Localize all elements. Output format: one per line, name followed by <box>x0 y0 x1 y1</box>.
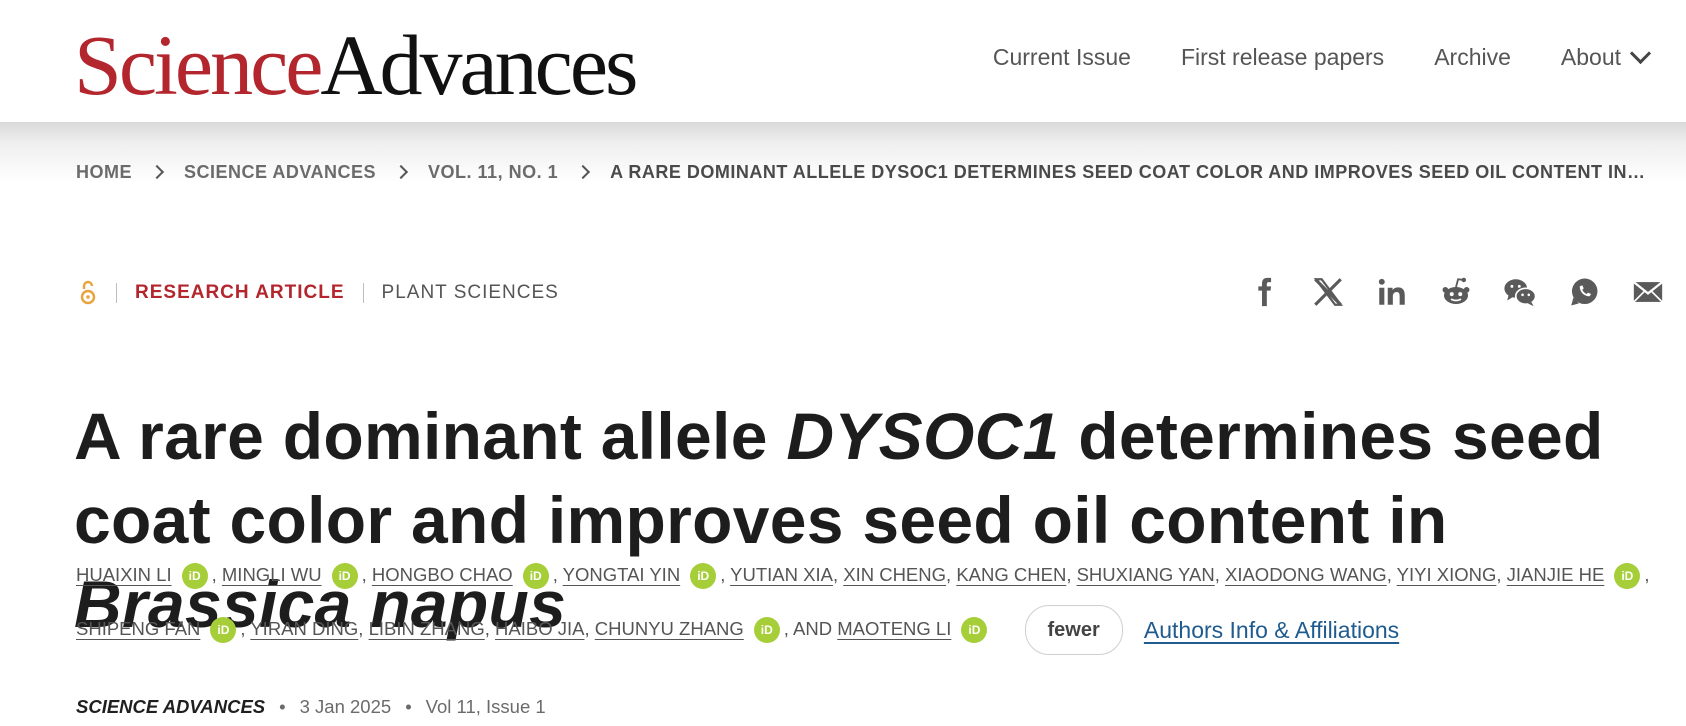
author-separator: , <box>1496 564 1502 585</box>
breadcrumb-journal[interactable]: SCIENCE ADVANCES <box>184 162 376 183</box>
author-name[interactable]: MAOTENG LI <box>837 618 951 639</box>
title-text: A rare dominant allele <box>74 399 787 474</box>
author-list: HUAIXIN LI iD, MINGLI WU iD, HONGBO CHAO iD… <box>76 548 1676 657</box>
reddit-icon[interactable] <box>1438 274 1474 310</box>
open-access-icon <box>80 280 96 305</box>
volume-issue[interactable]: Vol 11, Issue 1 <box>426 696 546 718</box>
author-separator: , <box>240 618 246 639</box>
author-name[interactable]: SHUXIANG YAN <box>1077 564 1215 585</box>
breadcrumb-issue[interactable]: VOL. 11, NO. 1 <box>428 162 558 183</box>
author-separator: , <box>552 564 558 585</box>
author-name[interactable]: YONGTAI YIN <box>563 564 681 585</box>
fewer-authors-button[interactable]: fewer <box>1024 605 1123 656</box>
chevron-right-icon <box>393 164 409 180</box>
nav-label: About <box>1560 43 1621 70</box>
meta-separator: • <box>405 696 412 717</box>
author-name[interactable]: YIYI XIONG <box>1397 564 1497 585</box>
author-separator: , AND <box>783 618 833 639</box>
author-separator: , <box>832 564 839 585</box>
divider <box>362 283 364 303</box>
author-separator: , <box>1214 564 1220 585</box>
wechat-icon[interactable] <box>1502 274 1538 310</box>
author-name[interactable]: KANG CHEN <box>956 564 1066 585</box>
author-name[interactable]: LIBIN ZHANG <box>369 618 485 639</box>
authors-affiliations-link[interactable]: Authors Info & Affiliations <box>1144 617 1399 643</box>
breadcrumb-home[interactable]: HOME <box>76 162 132 183</box>
chevron-right-icon <box>576 164 591 180</box>
author-name[interactable]: YIRAN DING <box>250 618 358 639</box>
x-icon[interactable] <box>1310 274 1346 310</box>
author-separator: , <box>720 564 726 585</box>
article-type[interactable]: RESEARCH ARTICLE <box>135 282 345 304</box>
nav-current-issue[interactable]: Current Issue <box>993 44 1131 71</box>
linkedin-icon[interactable] <box>1374 274 1410 310</box>
author-name[interactable]: HUAIXIN LI <box>76 564 172 585</box>
author-name[interactable]: XIN CHENG <box>843 564 946 585</box>
share-bar <box>1218 274 1666 310</box>
article-subject[interactable]: PLANT SCIENCES <box>382 282 559 304</box>
nav-about[interactable]: About <box>1560 42 1652 71</box>
orcid-icon[interactable]: iD <box>753 617 780 644</box>
chevron-down-icon <box>1629 42 1652 64</box>
author-name[interactable]: MINGLI WU <box>222 564 322 585</box>
author-name[interactable]: HAIBO JIA <box>495 618 584 639</box>
site-header: ScienceAdvances Current Issue First rele… <box>0 0 1686 122</box>
logo-advances: Advances <box>320 17 638 113</box>
nav-first-release[interactable]: First release papers <box>1181 44 1384 71</box>
nav-label: First release papers <box>1180 43 1385 70</box>
title-gene: DYSOC1 <box>786 399 1060 474</box>
author-separator: , <box>484 618 490 639</box>
author-name[interactable]: YUTIAN XIA <box>730 564 833 585</box>
divider <box>116 283 117 303</box>
journal-name[interactable]: SCIENCE ADVANCES <box>76 696 265 718</box>
orcid-icon[interactable]: iD <box>181 563 208 590</box>
logo-science: Science <box>74 17 323 113</box>
orcid-icon[interactable]: iD <box>522 563 549 590</box>
breadcrumb-current: A RARE DOMINANT ALLELE DYSOC1 DETERMINES… <box>610 161 1646 182</box>
author-name[interactable]: JIANJIE HE <box>1507 564 1605 585</box>
author-name[interactable]: HONGBO CHAO <box>372 564 513 585</box>
author-separator: , <box>1386 564 1392 585</box>
site-logo[interactable]: ScienceAdvances <box>74 10 639 120</box>
facebook-icon[interactable] <box>1246 274 1282 310</box>
meta-separator: • <box>279 696 286 717</box>
author-separator: , <box>358 618 364 639</box>
orcid-icon[interactable]: iD <box>1614 563 1641 590</box>
author-separator: , <box>584 618 590 639</box>
email-icon[interactable] <box>1630 274 1666 310</box>
orcid-icon[interactable]: iD <box>210 617 237 644</box>
publication-info: SCIENCE ADVANCES • 3 Jan 2025 • Vol 11, … <box>76 694 546 720</box>
chevron-right-icon <box>149 164 165 180</box>
orcid-icon[interactable]: iD <box>331 563 358 590</box>
nav-label: Current Issue <box>992 43 1131 70</box>
article-meta-row: RESEARCH ARTICLE PLANT SCIENCES <box>78 278 559 308</box>
orcid-icon[interactable]: iD <box>690 563 717 590</box>
nav-archive[interactable]: Archive <box>1434 44 1511 71</box>
author-separator: , <box>1066 564 1072 585</box>
author-separator: , <box>211 564 217 585</box>
whatsapp-icon[interactable] <box>1566 274 1602 310</box>
author-separator: , <box>1644 564 1650 585</box>
author-name[interactable]: CHUNYU ZHANG <box>595 618 744 639</box>
author-name[interactable]: SHIPENG FAN <box>76 618 200 639</box>
author-separator: , <box>946 564 952 585</box>
main-nav: Current Issue First release papers Archi… <box>993 42 1686 72</box>
orcid-icon[interactable]: iD <box>961 617 988 644</box>
author-name[interactable]: XIAODONG WANG <box>1225 564 1387 585</box>
nav-label: Archive <box>1434 43 1511 70</box>
publication-date: 3 Jan 2025 <box>299 696 392 717</box>
breadcrumb: HOME SCIENCE ADVANCES VOL. 11, NO. 1 A R… <box>76 160 1645 184</box>
author-separator: , <box>361 564 367 585</box>
